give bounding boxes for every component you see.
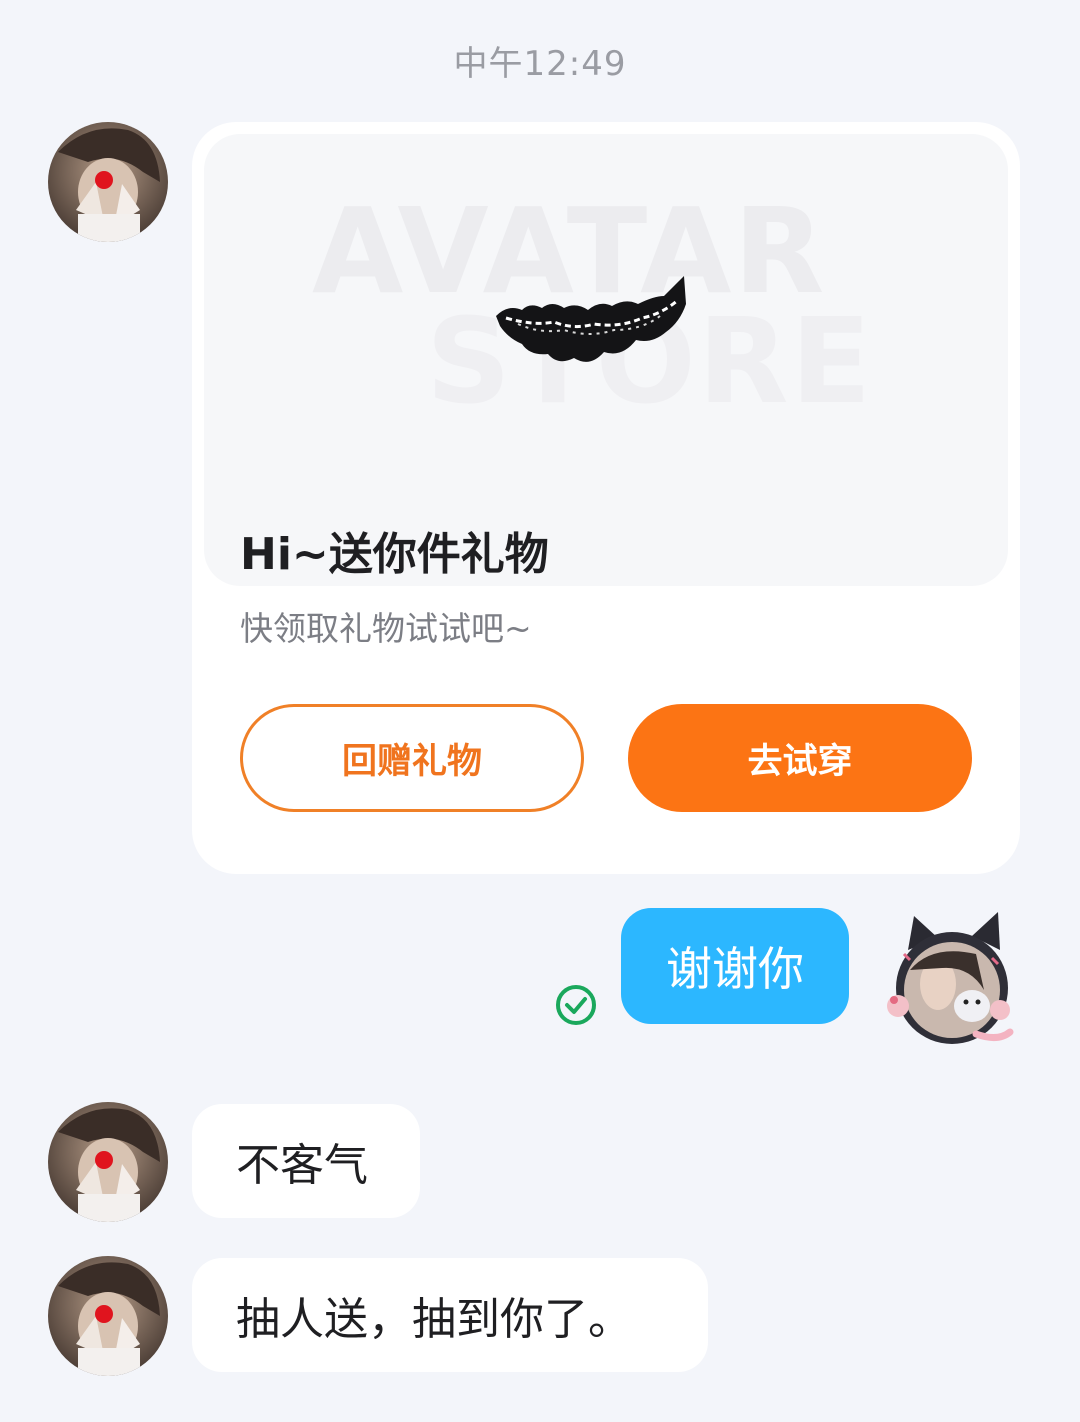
message-timestamp: 中午12:49 (453, 44, 627, 84)
avatar-photo (48, 1102, 168, 1222)
gift-card[interactable]: AVATAR STORE Hi~送你件礼物 快领取礼物试试吧~ 回赠礼物 去试穿 (192, 122, 1020, 874)
gift-subtitle: 快领取礼物试试吧~ (240, 609, 532, 648)
incoming-message-bubble[interactable]: 不客气 (192, 1104, 420, 1218)
contact-avatar[interactable] (48, 1102, 168, 1222)
contact-avatar[interactable] (48, 122, 168, 242)
avatar-photo (48, 1256, 168, 1376)
mustache-gift-image (496, 276, 686, 362)
return-gift-button[interactable]: 回赠礼物 (240, 704, 584, 812)
avatar-cat-frame-photo (887, 912, 1014, 1044)
check-circle-icon (556, 985, 596, 1025)
incoming-message-bubble[interactable]: 抽人送，抽到你了。 (192, 1258, 708, 1372)
try-on-button[interactable]: 去试穿 (628, 704, 972, 812)
outgoing-message-bubble[interactable]: 谢谢你 (621, 908, 849, 1024)
gift-title: Hi~送你件礼物 (240, 529, 549, 580)
contact-avatar[interactable] (48, 1256, 168, 1376)
avatar-photo (48, 122, 168, 242)
my-avatar[interactable] (880, 910, 1020, 1060)
